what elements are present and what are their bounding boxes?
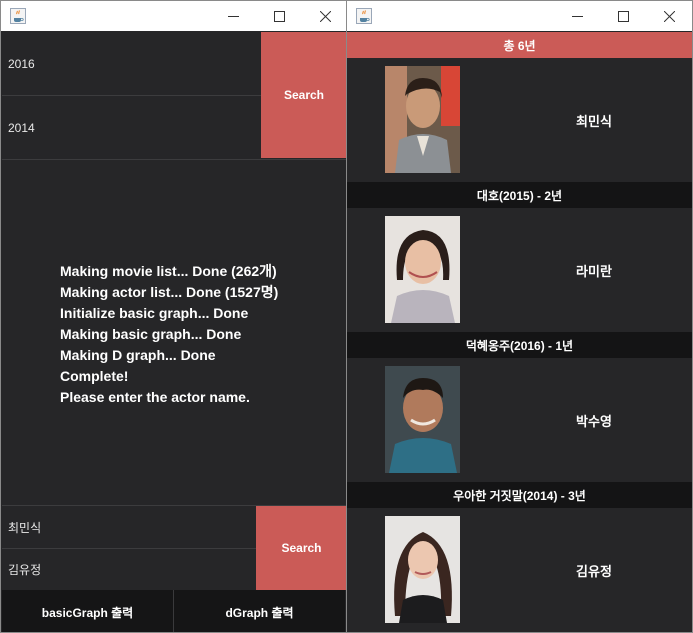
log-output: Making movie list... Done (262개) Making … [60, 261, 278, 408]
divider [2, 159, 346, 160]
result-window: 총 6년 최민식 대호(2015) - 2년 라미란 덕혜옹주(2016) - … [346, 0, 693, 633]
search-year-button[interactable]: Search [261, 32, 346, 158]
log-line: Making movie list... Done (262개) [60, 263, 277, 279]
java-icon [356, 8, 372, 24]
minimize-icon [571, 15, 583, 17]
log-line: Making actor list... Done (1527명) [60, 284, 279, 300]
actor-photo [385, 366, 460, 473]
movie-bar: 대호(2015) - 2년 [347, 182, 692, 208]
movie-bar: 덕혜옹주(2016) - 1년 [347, 332, 692, 358]
actor-input-1[interactable]: 최민식 [2, 506, 256, 548]
close-icon [663, 10, 675, 22]
minimize-button[interactable] [210, 1, 256, 31]
actor-photo [385, 216, 460, 323]
minimize-button[interactable] [554, 1, 600, 31]
actor-name: 라미란 [576, 264, 612, 279]
title-bar [1, 1, 346, 31]
graph-button-bar: basicGraph 출력 dGraph 출력 [2, 590, 345, 632]
log-line: Making D graph... Done [60, 347, 216, 363]
total-years-header: 총 6년 [347, 32, 692, 58]
java-icon [10, 8, 26, 24]
actor-name: 박수영 [576, 414, 612, 429]
d-graph-button[interactable]: dGraph 출력 [174, 590, 345, 632]
year-input-1[interactable]: 2016 [2, 32, 261, 95]
log-line: Initialize basic graph... Done [60, 305, 249, 321]
title-bar [347, 1, 692, 31]
log-line: Please enter the actor name. [60, 389, 250, 405]
year-input-2[interactable]: 2014 [2, 96, 261, 159]
movie-bar: 우아한 거짓말(2014) - 3년 [347, 482, 692, 508]
actor-input-2[interactable]: 김유정 [2, 549, 256, 590]
maximize-button[interactable] [600, 1, 646, 31]
close-button[interactable] [302, 1, 346, 31]
log-line: Complete! [60, 368, 129, 384]
minimize-icon [227, 15, 239, 17]
basic-graph-button[interactable]: basicGraph 출력 [2, 590, 173, 632]
actor-name: 김유정 [576, 564, 612, 579]
actor-name: 최민식 [576, 114, 612, 129]
maximize-icon [617, 10, 629, 22]
log-line: Making basic graph... Done [60, 326, 242, 342]
maximize-button[interactable] [256, 1, 302, 31]
search-actor-button[interactable]: Search [256, 506, 346, 590]
actor-photo [385, 516, 460, 623]
close-button[interactable] [646, 1, 692, 31]
maximize-icon [273, 10, 285, 22]
main-window: 2016 2014 Search Making movie list... Do… [0, 0, 347, 633]
close-icon [319, 10, 331, 22]
actor-photo [385, 66, 460, 173]
